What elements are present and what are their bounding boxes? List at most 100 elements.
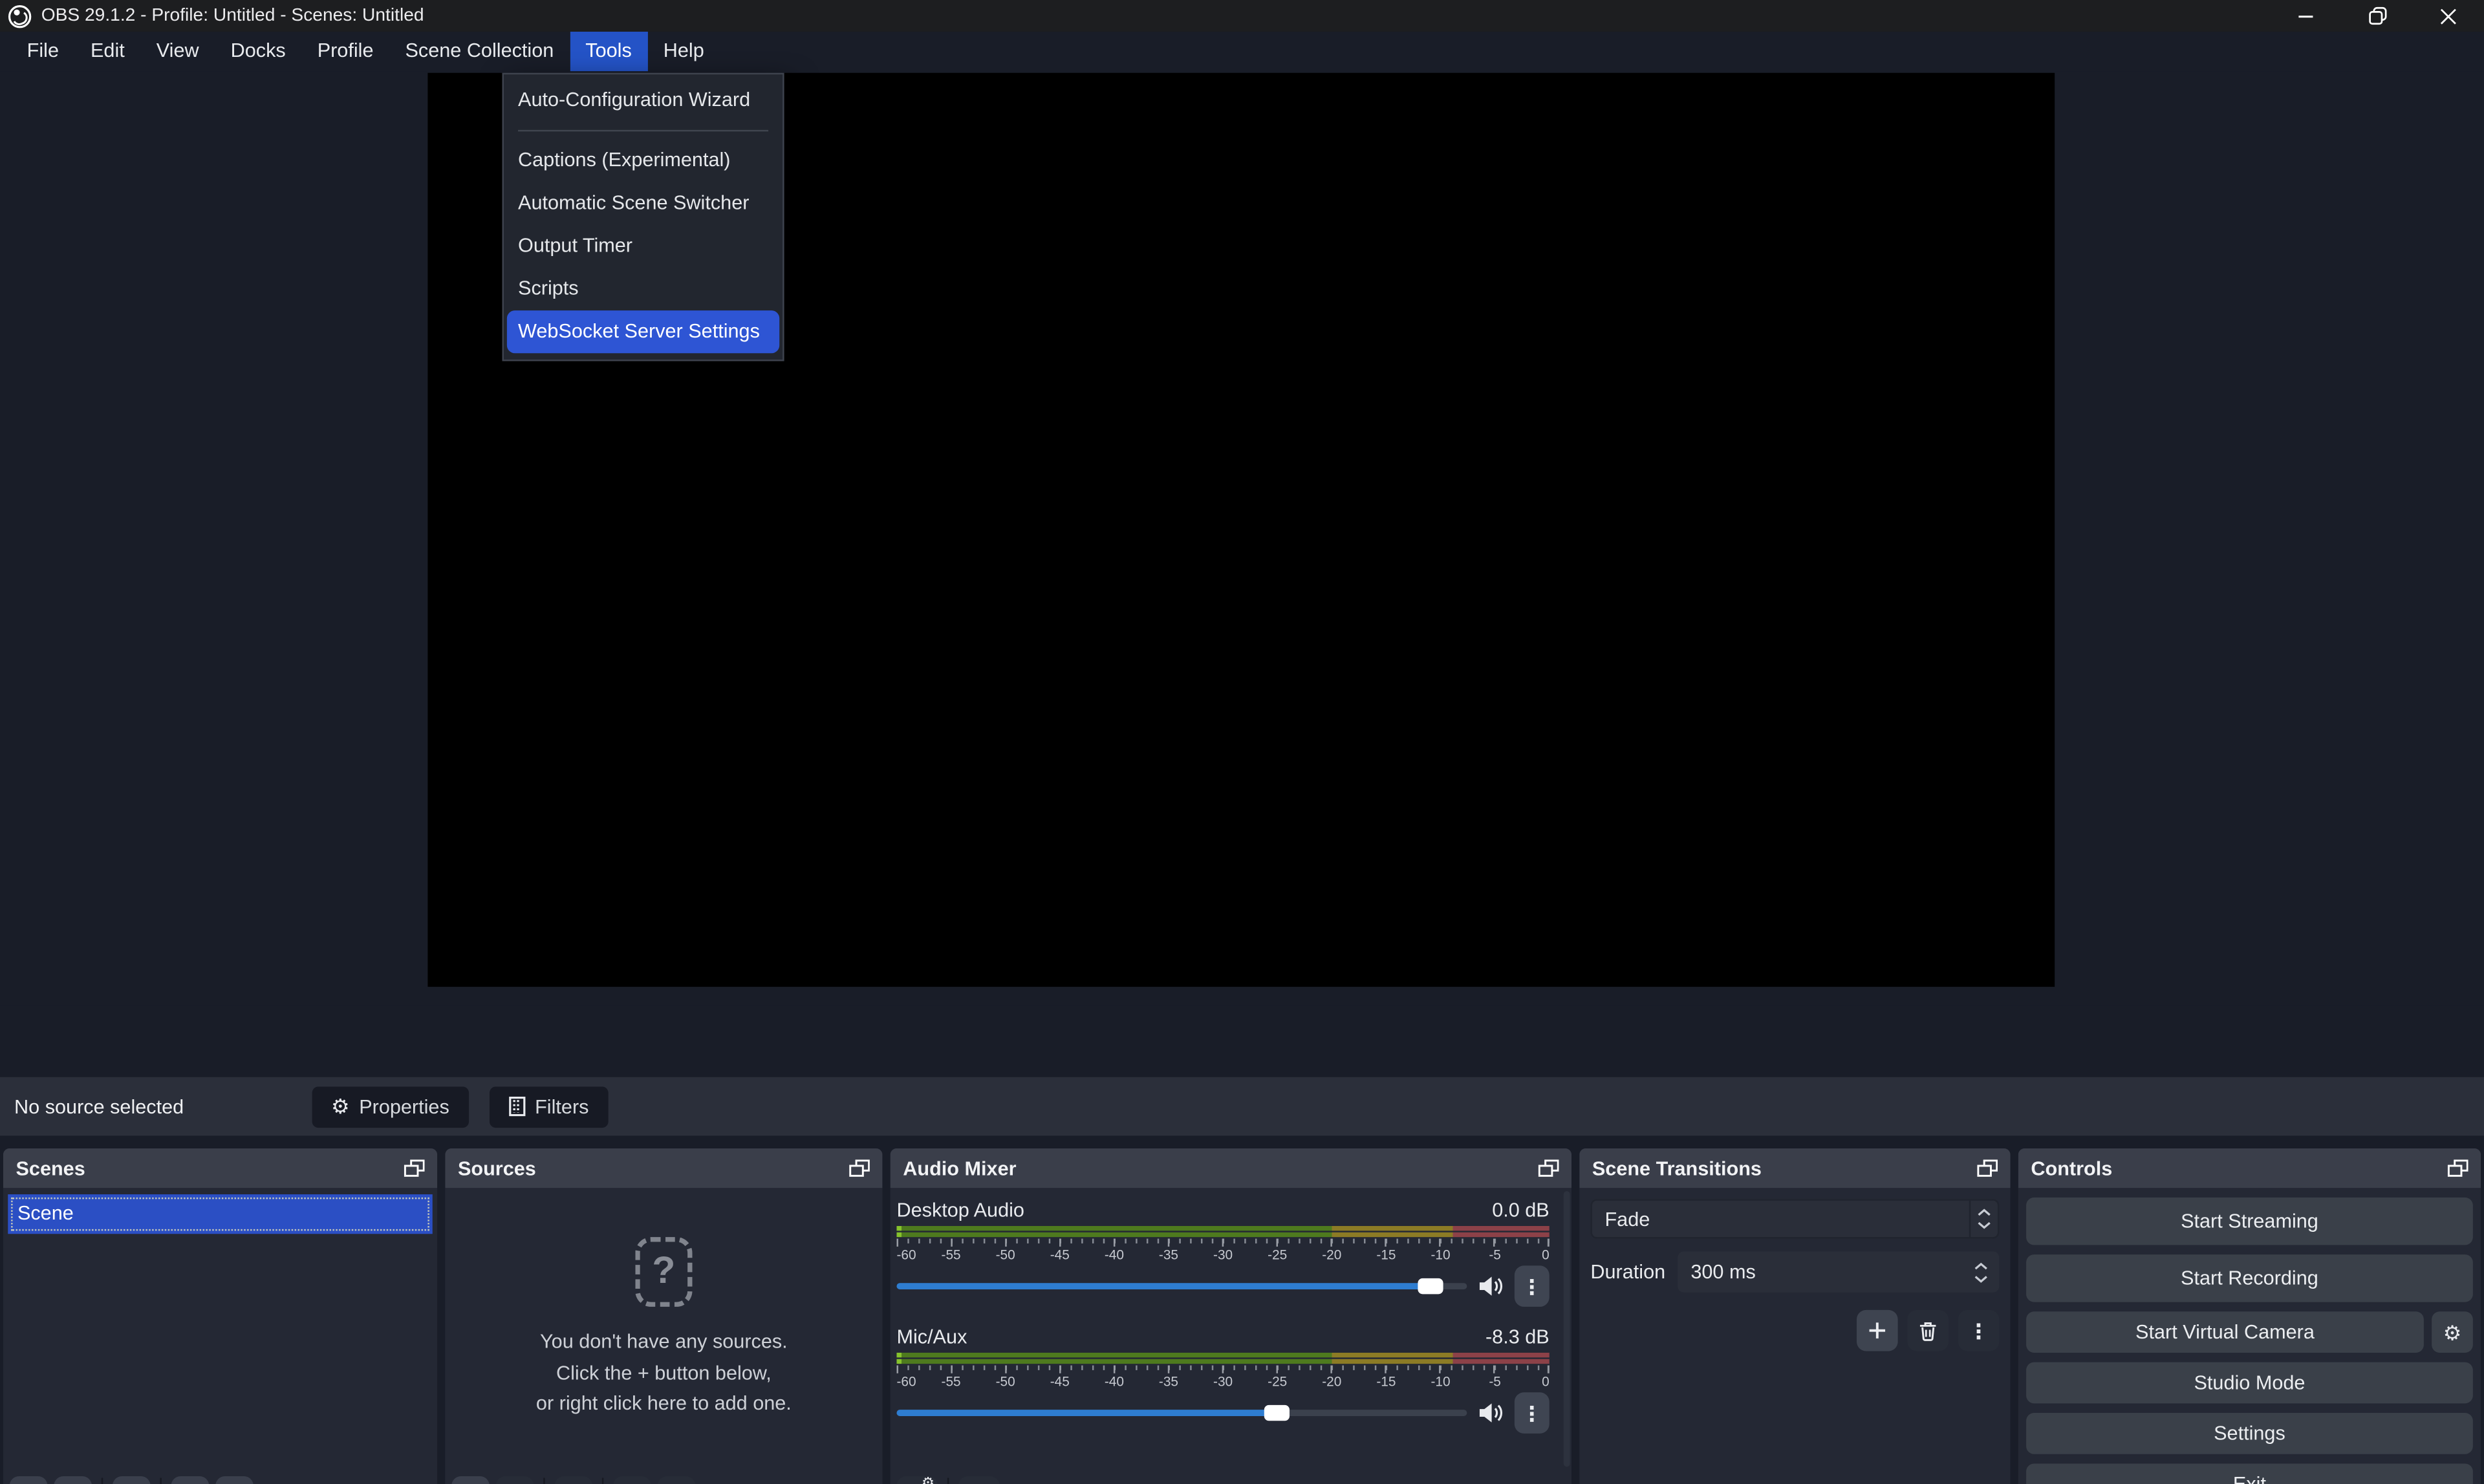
menu-scene-collection[interactable]: Scene Collection: [389, 32, 570, 71]
scenes-header[interactable]: Scenes: [3, 1148, 437, 1188]
menu-help[interactable]: Help: [647, 32, 720, 71]
slider-handle[interactable]: [1265, 1405, 1290, 1421]
slider-handle[interactable]: [1417, 1278, 1442, 1294]
sources-title: Sources: [458, 1157, 849, 1179]
restore-icon: [2368, 6, 2386, 25]
menu-docks[interactable]: Docks: [215, 32, 301, 71]
tick-label: -20: [1322, 1247, 1341, 1262]
menu-tools[interactable]: Tools: [570, 32, 647, 71]
transition-select[interactable]: Fade: [1590, 1199, 1999, 1238]
filters-button[interactable]: Filters: [489, 1086, 608, 1127]
menu-item-websocket-server-settings[interactable]: WebSocket Server Settings: [507, 310, 779, 353]
sources-list[interactable]: ? You don't have any sources. Click the …: [445, 1188, 882, 1484]
tick-label: -25: [1268, 1373, 1287, 1389]
preview-area: [0, 71, 2484, 1005]
sources-header[interactable]: Sources: [445, 1148, 882, 1188]
tick-label: -45: [1050, 1373, 1070, 1389]
tick-label: 0: [1542, 1247, 1550, 1262]
channel-name: Desktop Audio: [896, 1199, 1024, 1221]
start-virtual-camera-button[interactable]: Start Virtual Camera: [2026, 1311, 2424, 1353]
mixer-options-button[interactable]: ⋮: [958, 1476, 1000, 1484]
tick-label: -30: [1213, 1247, 1233, 1262]
exit-button[interactable]: Exit: [2026, 1463, 2473, 1484]
duration-value: 300 ms: [1678, 1261, 1756, 1283]
start-recording-button[interactable]: Start Recording: [2026, 1254, 2473, 1302]
audio-mixer-panel: Audio Mixer Desktop Audio 0.0 dB: [891, 1148, 1571, 1484]
scenes-toolbar: [3, 1470, 437, 1484]
minimize-button[interactable]: [2270, 0, 2341, 32]
toolbar-divider: [102, 1478, 103, 1484]
popout-icon: [2448, 1159, 2468, 1177]
scene-up-button[interactable]: [171, 1476, 210, 1484]
menu-item-output-timer[interactable]: Output Timer: [504, 225, 783, 268]
volume-slider[interactable]: [896, 1402, 1467, 1424]
chevron-down-icon[interactable]: [1974, 1274, 1988, 1282]
tick-label: -5: [1489, 1373, 1501, 1389]
start-streaming-button[interactable]: Start Streaming: [2026, 1198, 2473, 1245]
menu-item-scripts[interactable]: Scripts: [504, 268, 783, 310]
filter-icon: [508, 1096, 525, 1117]
studio-mode-button[interactable]: Studio Mode: [2026, 1362, 2473, 1404]
settings-button[interactable]: Settings: [2026, 1413, 2473, 1454]
close-button[interactable]: [2413, 0, 2484, 32]
question-mark-icon: ?: [635, 1238, 692, 1307]
mixer-scrollbar[interactable]: [1564, 1191, 1570, 1467]
scenes-list: Scene: [3, 1188, 437, 1484]
add-source-button[interactable]: [451, 1476, 490, 1484]
tick-label: -20: [1322, 1373, 1341, 1389]
tick-label: -10: [1431, 1247, 1450, 1262]
remove-transition-button[interactable]: [1907, 1310, 1949, 1351]
source-properties-button[interactable]: ⚙: [554, 1476, 592, 1484]
properties-button[interactable]: ⚙ Properties: [312, 1086, 469, 1127]
source-down-button[interactable]: [658, 1476, 696, 1484]
remove-source-button[interactable]: [496, 1476, 534, 1484]
properties-label: Properties: [359, 1095, 449, 1117]
tools-menu: Auto-Configuration Wizard Captions (Expe…: [502, 73, 784, 361]
tick-label: 0: [1542, 1373, 1550, 1389]
advanced-audio-properties-button[interactable]: ⚙⚙: [896, 1476, 938, 1484]
tick-label: -50: [996, 1373, 1015, 1389]
volume-meter: [896, 1353, 1549, 1364]
transition-options-button[interactable]: ⋮: [1958, 1310, 2000, 1351]
dock-area: Scenes Scene: [0, 1148, 2484, 1484]
chevron-up-icon[interactable]: [1974, 1262, 1988, 1269]
menu-item-auto-configuration-wizard[interactable]: Auto-Configuration Wizard: [504, 79, 783, 122]
virtual-camera-settings-button[interactable]: ⚙: [2432, 1311, 2473, 1353]
audio-mixer-header[interactable]: Audio Mixer: [891, 1148, 1571, 1188]
speaker-icon[interactable]: [1478, 1275, 1503, 1297]
controls-header[interactable]: Controls: [2018, 1148, 2481, 1188]
speaker-icon[interactable]: [1478, 1402, 1503, 1424]
duration-spinbox[interactable]: 300 ms: [1678, 1251, 2000, 1293]
title-bar: OBS 29.1.2 - Profile: Untitled - Scenes:…: [0, 0, 2484, 32]
scene-list-item[interactable]: Scene: [8, 1194, 432, 1234]
menu-file[interactable]: File: [11, 32, 74, 71]
menu-view[interactable]: View: [140, 32, 215, 71]
sources-empty-state: ? You don't have any sources. Click the …: [445, 1188, 882, 1470]
channel-options-button[interactable]: ⋮: [1515, 1265, 1550, 1307]
transition-selected-value: Fade: [1592, 1208, 1969, 1230]
channel-volume-db: 0.0 dB: [1492, 1199, 1550, 1221]
tick-label: -55: [942, 1373, 961, 1389]
popout-icon: [1539, 1159, 1559, 1177]
tick-label: -40: [1105, 1373, 1124, 1389]
add-transition-button[interactable]: [1857, 1310, 1898, 1351]
menu-profile[interactable]: Profile: [301, 32, 389, 71]
tick-label: -40: [1105, 1247, 1124, 1262]
menu-item-automatic-scene-switcher[interactable]: Automatic Scene Switcher: [504, 182, 783, 225]
channel-volume-db: -8.3 dB: [1485, 1326, 1550, 1348]
audio-mixer-body: Desktop Audio 0.0 dB -60-55-50-45-40-35-…: [891, 1188, 1571, 1484]
add-scene-button[interactable]: [10, 1476, 48, 1484]
source-up-button[interactable]: [613, 1476, 651, 1484]
channel-options-button[interactable]: ⋮: [1515, 1392, 1550, 1434]
scene-transitions-header[interactable]: Scene Transitions: [1579, 1148, 2010, 1188]
restore-button[interactable]: [2342, 0, 2413, 32]
window-title: OBS 29.1.2 - Profile: Untitled - Scenes:…: [41, 6, 2271, 25]
volume-slider[interactable]: [896, 1275, 1467, 1297]
menu-item-captions[interactable]: Captions (Experimental): [504, 140, 783, 182]
scene-down-button[interactable]: [215, 1476, 254, 1484]
scene-filters-button[interactable]: [113, 1476, 151, 1484]
remove-scene-button[interactable]: [54, 1476, 92, 1484]
menu-edit[interactable]: Edit: [75, 32, 141, 71]
chevron-up-icon[interactable]: [1977, 1209, 1991, 1216]
chevron-down-icon[interactable]: [1977, 1221, 1991, 1229]
